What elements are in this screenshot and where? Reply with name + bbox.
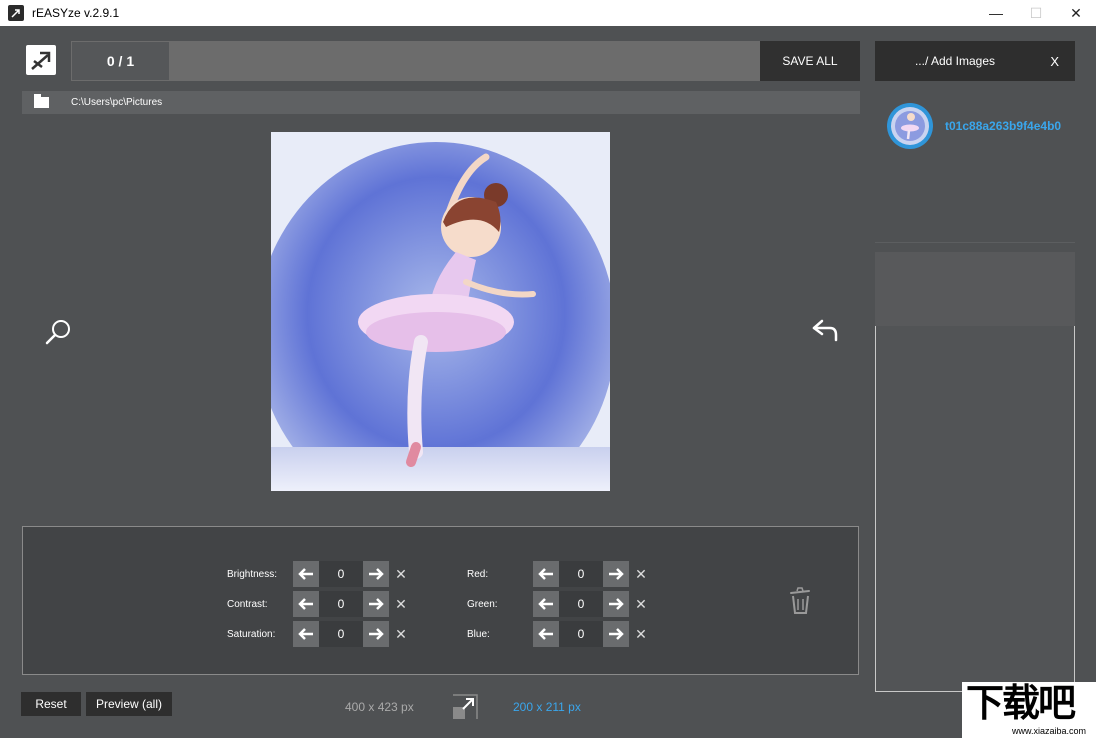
sidebar-divider [875, 242, 1075, 243]
file-name: t01c88a263b9f4e4b0( [945, 119, 1061, 133]
add-images-button[interactable]: .../ Add Images [875, 54, 1035, 68]
green-clear-icon[interactable]: ✕ [629, 596, 653, 613]
add-images-header: .../ Add Images X [875, 41, 1075, 81]
contrast-increase-button[interactable] [363, 591, 389, 617]
green-decrease-button[interactable] [533, 591, 559, 617]
save-all-button[interactable]: SAVE ALL [760, 41, 860, 81]
title-bar: rEASYze v.2.9.1 — ☐ ✕ [0, 0, 1096, 26]
arrow-left-icon [298, 598, 313, 610]
watermark: 下载吧 www.xiazaiba.com [962, 682, 1096, 738]
options-panel-header [875, 252, 1075, 326]
red-row: Red: 0 ✕ [467, 561, 653, 587]
image-preview [271, 132, 610, 491]
close-window-button[interactable]: ✕ [1056, 0, 1096, 26]
blue-clear-icon[interactable]: ✕ [629, 626, 653, 643]
brightness-value[interactable]: 0 [319, 561, 363, 587]
new-size: 200 x 211 px [513, 700, 581, 714]
resize-logo-icon [31, 51, 51, 70]
contrast-value[interactable]: 0 [319, 591, 363, 617]
maximize-button[interactable]: ☐ [1016, 0, 1056, 26]
saturation-increase-button[interactable] [363, 621, 389, 647]
minimize-button[interactable]: — [976, 0, 1016, 26]
arrow-right-icon [609, 628, 624, 640]
arrow-right-icon [609, 568, 624, 580]
zoom-icon[interactable] [44, 318, 72, 346]
arrow-right-icon [369, 598, 384, 610]
original-size: 400 x 423 px [345, 700, 414, 714]
red-label: Red: [467, 568, 489, 580]
blue-row: Blue: 0 ✕ [467, 621, 653, 647]
clear-list-button[interactable]: X [1050, 54, 1059, 69]
green-increase-button[interactable] [603, 591, 629, 617]
trash-icon[interactable] [788, 587, 812, 615]
red-clear-icon[interactable]: ✕ [629, 566, 653, 583]
arrow-right-icon [609, 598, 624, 610]
contrast-clear-icon[interactable]: ✕ [389, 596, 413, 613]
blue-value[interactable]: 0 [559, 621, 603, 647]
contrast-decrease-button[interactable] [293, 591, 319, 617]
red-increase-button[interactable] [603, 561, 629, 587]
blue-label: Blue: [467, 628, 490, 640]
brightness-row: Brightness: 0 ✕ [227, 561, 413, 587]
path-bar[interactable]: C:\Users\pc\Pictures [22, 91, 860, 114]
saturation-row: Saturation: 0 ✕ [227, 621, 413, 647]
saturation-clear-icon[interactable]: ✕ [389, 626, 413, 643]
progress-bar: 0 / 1 [71, 41, 760, 81]
arrow-right-icon [369, 568, 384, 580]
arrow-left-icon [298, 568, 313, 580]
app-icon [8, 5, 24, 21]
arrow-left-icon [538, 568, 553, 580]
current-path: C:\Users\pc\Pictures [71, 97, 163, 108]
resize-icon[interactable] [451, 693, 479, 721]
watermark-text: 下载吧 [966, 683, 1076, 725]
arrow-left-icon [538, 628, 553, 640]
reset-button[interactable]: Reset [21, 692, 81, 716]
file-list-item[interactable]: t01c88a263b9f4e4b0( [887, 103, 1067, 149]
blue-decrease-button[interactable] [533, 621, 559, 647]
brightness-clear-icon[interactable]: ✕ [389, 566, 413, 583]
brightness-label: Brightness: [227, 568, 278, 580]
saturation-label: Saturation: [227, 628, 276, 640]
saturation-value[interactable]: 0 [319, 621, 363, 647]
green-row: Green: 0 ✕ [467, 591, 653, 617]
saturation-decrease-button[interactable] [293, 621, 319, 647]
adjustments-panel: Brightness: 0 ✕ Contrast: 0 ✕ Saturation… [22, 526, 859, 675]
arrow-left-icon [538, 598, 553, 610]
brightness-decrease-button[interactable] [293, 561, 319, 587]
blue-increase-button[interactable] [603, 621, 629, 647]
watermark-url: www.xiazaiba.com [1012, 726, 1087, 736]
contrast-label: Contrast: [227, 598, 268, 610]
app-logo-button[interactable] [26, 45, 56, 75]
green-label: Green: [467, 598, 498, 610]
folder-icon[interactable] [34, 94, 49, 108]
preview-all-button[interactable]: Preview (all) [86, 692, 172, 716]
red-value[interactable]: 0 [559, 561, 603, 587]
options-panel [875, 326, 1075, 692]
red-decrease-button[interactable] [533, 561, 559, 587]
window-title: rEASYze v.2.9.1 [32, 6, 120, 20]
arrow-right-icon [369, 628, 384, 640]
green-value[interactable]: 0 [559, 591, 603, 617]
file-thumbnail [887, 103, 933, 149]
contrast-row: Contrast: 0 ✕ [227, 591, 413, 617]
brightness-increase-button[interactable] [363, 561, 389, 587]
undo-icon[interactable] [810, 318, 840, 344]
arrow-left-icon [298, 628, 313, 640]
progress-counter: 0 / 1 [71, 41, 170, 81]
